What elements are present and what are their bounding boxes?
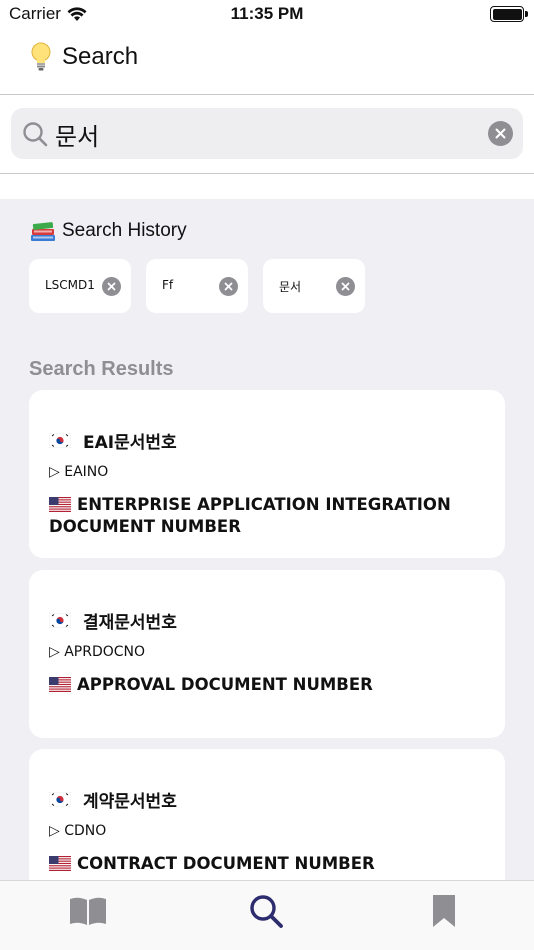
- result-code: ▷ APRDOCNO: [49, 644, 146, 660]
- lightbulb-icon: [31, 42, 51, 71]
- result-korean-term: EAI문서번호: [49, 428, 177, 453]
- bookmark-icon: [433, 895, 455, 927]
- search-history-title: Search History: [62, 220, 187, 241]
- result-english-label: CONTRACT DOCUMENT NUMBER: [77, 854, 375, 873]
- result-card[interactable]: 결재문서번호 ▷ APRDOCNO APPROVAL DOCUMENT NUMB…: [29, 570, 505, 738]
- result-korean-label: 계약문서번호: [83, 792, 177, 812]
- result-korean-label: EAI문서번호: [83, 433, 177, 453]
- book-icon: [70, 897, 106, 925]
- page-title: Search: [30, 42, 138, 72]
- search-results-title: Search Results: [29, 358, 174, 380]
- remove-history-button[interactable]: [336, 277, 355, 296]
- result-korean-term: 계약문서번호: [49, 787, 177, 812]
- result-english-term: ENTERPRISE APPLICATION INTEGRATION DOCUM…: [49, 494, 489, 538]
- divider: [0, 173, 534, 174]
- page-title-label: Search: [62, 43, 139, 70]
- clear-search-button[interactable]: [488, 121, 513, 146]
- search-history-header: Search History: [30, 219, 187, 243]
- divider: [0, 94, 534, 95]
- history-chip[interactable]: LSCMD1: [29, 259, 131, 313]
- tab-search[interactable]: [244, 891, 288, 931]
- search-input[interactable]: [55, 116, 475, 152]
- us-flag-icon: [49, 856, 71, 871]
- close-icon: [224, 282, 233, 291]
- result-code: ▷ CDNO: [49, 823, 107, 839]
- remove-history-button[interactable]: [102, 277, 121, 296]
- tab-bar: [0, 880, 534, 950]
- result-english-term: APPROVAL DOCUMENT NUMBER: [49, 674, 489, 696]
- us-flag-icon: [49, 677, 71, 692]
- korea-flag-icon: [49, 433, 71, 448]
- books-icon: [31, 222, 55, 241]
- tab-dictionary[interactable]: [66, 891, 110, 931]
- search-icon: [250, 895, 283, 928]
- battery-icon: [490, 6, 528, 22]
- search-bar[interactable]: [11, 108, 523, 159]
- result-card[interactable]: 계약문서번호 ▷ CDNO CONTRACT DOCUMENT NUMBER: [29, 749, 505, 880]
- korea-flag-icon: [49, 613, 71, 628]
- history-chip-label: Ff: [162, 278, 174, 292]
- search-icon: [23, 122, 48, 147]
- history-chip-label: 문서: [279, 280, 302, 294]
- result-code: ▷ EAINO: [49, 464, 109, 480]
- status-bar: Carrier 11:35 PM: [0, 0, 534, 30]
- result-korean-term: 결재문서번호: [49, 608, 177, 633]
- content-area[interactable]: Search History LSCMD1 Ff 문서 Search Resul…: [0, 199, 534, 880]
- history-chip[interactable]: Ff: [146, 259, 248, 313]
- result-korean-label: 결재문서번호: [83, 613, 177, 633]
- close-icon: [341, 282, 350, 291]
- result-english-label: ENTERPRISE APPLICATION INTEGRATION DOCUM…: [49, 495, 451, 536]
- close-icon: [107, 282, 116, 291]
- search-history-list: LSCMD1 Ff 문서: [29, 259, 365, 313]
- korea-flag-icon: [49, 792, 71, 807]
- result-english-term: CONTRACT DOCUMENT NUMBER: [49, 853, 489, 875]
- result-english-label: APPROVAL DOCUMENT NUMBER: [77, 675, 373, 694]
- status-time: 11:35 PM: [230, 4, 304, 23]
- history-chip[interactable]: 문서: [263, 259, 365, 313]
- remove-history-button[interactable]: [219, 277, 238, 296]
- result-card[interactable]: EAI문서번호 ▷ EAINO ENTERPRISE APPLICATION I…: [29, 390, 505, 558]
- close-icon: [495, 128, 506, 139]
- us-flag-icon: [49, 497, 71, 512]
- tab-bookmarks[interactable]: [422, 891, 466, 931]
- history-chip-label: LSCMD1: [45, 278, 95, 292]
